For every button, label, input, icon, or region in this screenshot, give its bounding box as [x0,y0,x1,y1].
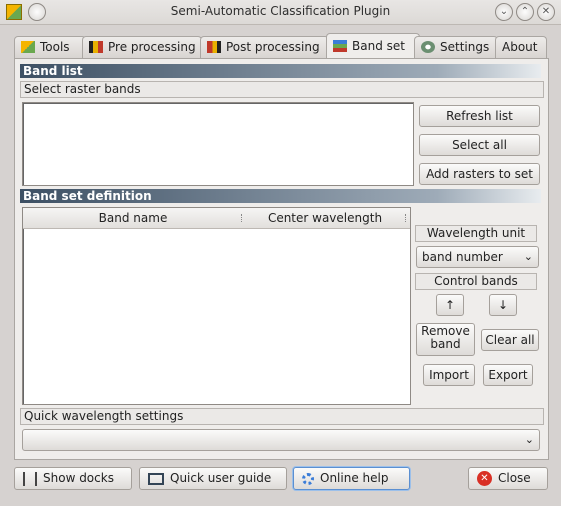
quick-wavelength-select[interactable]: ⌄ [22,429,540,451]
quick-user-guide-label: Quick user guide [170,471,272,485]
import-button[interactable]: Import [423,364,475,386]
tab-pre-processing-label: Pre processing [108,40,196,54]
chevron-down-icon: ⌄ [524,433,534,446]
lifebuoy-icon [302,472,314,485]
close-label: Close [498,471,531,485]
minimize-button[interactable]: ⌄ [495,3,513,21]
close-window-button[interactable]: ✕ [537,3,555,21]
tab-post-processing[interactable]: Post processing [200,36,329,58]
online-help-label: Online help [320,471,389,485]
tab-post-processing-label: Post processing [226,40,320,54]
tools-icon [21,41,35,53]
column-center-wavelength[interactable]: Center wavelength [245,208,405,228]
tab-about-label: About [502,40,538,54]
pre-processing-icon [89,41,103,53]
tab-pre-processing[interactable]: Pre processing [82,36,202,58]
tab-band-set[interactable]: Band set [326,33,420,59]
refresh-list-button[interactable]: Refresh list [419,105,540,127]
maximize-button[interactable]: ⌃ [516,3,534,21]
add-rasters-button[interactable]: Add rasters to set [419,163,540,185]
tab-tools[interactable]: Tools [14,36,86,58]
control-bands-label: Control bands [415,273,537,290]
select-all-button[interactable]: Select all [419,134,540,156]
show-docks-label: Show docks [43,471,114,485]
docks-icon [23,471,37,486]
close-icon: ✕ [477,471,492,486]
band-set-table[interactable]: Band name Center wavelength [22,207,411,405]
chevron-down-icon: ⌄ [523,250,533,263]
tab-tools-label: Tools [40,40,70,54]
quick-user-guide-button[interactable]: Quick user guide [139,467,287,490]
tab-about[interactable]: About [495,36,547,58]
wavelength-unit-label: Wavelength unit [415,225,537,242]
quick-wavelength-label: Quick wavelength settings [20,408,544,425]
settings-icon [421,41,435,53]
band-list-header: Band list [20,64,541,78]
move-down-button[interactable]: ↓ [489,294,517,316]
column-separator [241,214,243,222]
close-button[interactable]: ✕ Close [468,467,548,490]
band-set-panel: Band list Select raster bands Refresh li… [14,58,549,460]
column-band-name[interactable]: Band name [23,208,243,228]
tab-band-set-label: Band set [352,39,405,53]
tab-settings[interactable]: Settings [414,36,498,58]
table-header: Band name Center wavelength [23,208,410,229]
band-set-definition-header: Band set definition [20,189,541,203]
show-docks-button[interactable]: Show docks [14,467,132,490]
title-bar: Semi-Automatic Classification Plugin ⌄ ⌃… [0,0,561,25]
wavelength-unit-value: band number [422,250,503,264]
column-separator [405,214,407,222]
select-raster-bands-label: Select raster bands [20,81,544,98]
band-set-icon [333,40,347,52]
tab-settings-label: Settings [440,40,490,54]
presentation-icon [148,472,164,485]
remove-band-button[interactable]: Remove band [416,323,475,356]
export-button[interactable]: Export [483,364,533,386]
post-processing-icon [207,41,221,53]
online-help-button[interactable]: Online help [293,467,410,490]
wavelength-unit-select[interactable]: band number ⌄ [416,246,539,268]
raster-bands-list[interactable] [22,102,414,186]
move-up-button[interactable]: ↑ [436,294,464,316]
clear-all-button[interactable]: Clear all [481,329,539,351]
window-title: Semi-Automatic Classification Plugin [170,4,391,18]
